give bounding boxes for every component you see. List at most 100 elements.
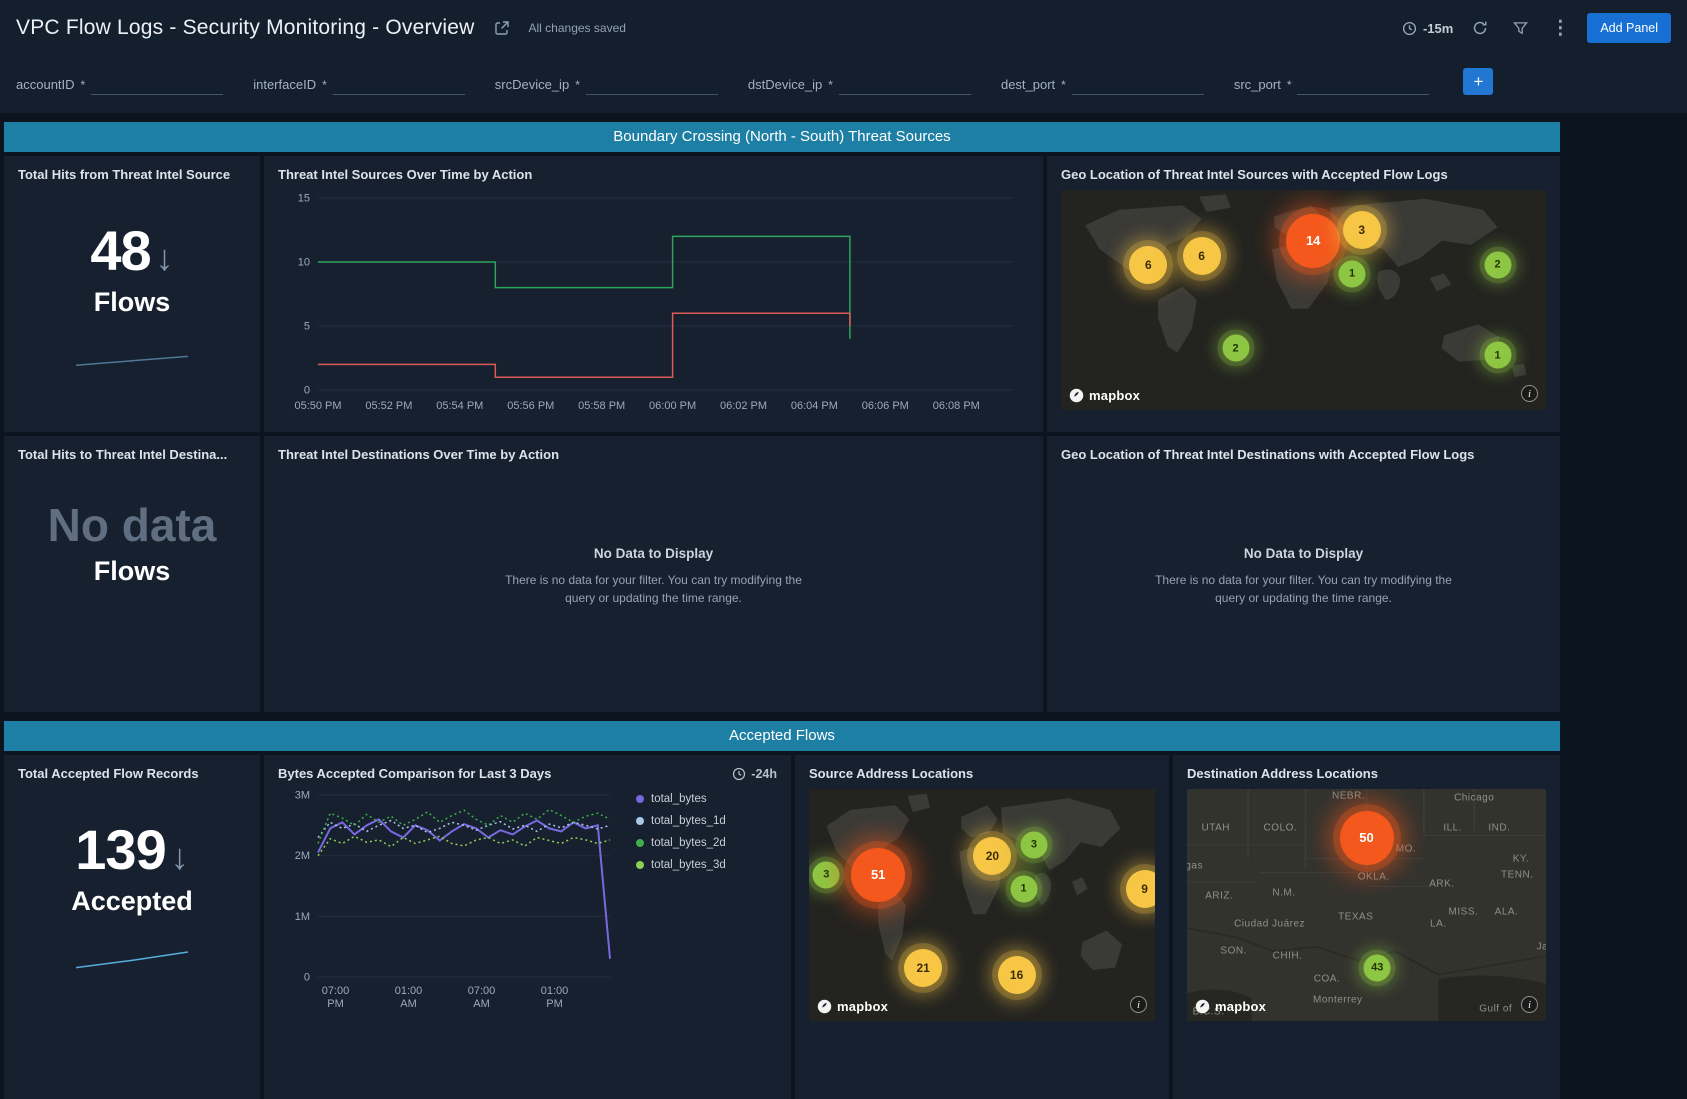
add-filter-button[interactable]: + bbox=[1463, 68, 1493, 95]
map-cluster-bubble[interactable]: 43 bbox=[1364, 954, 1391, 981]
map-cluster-bubble[interactable]: 50 bbox=[1340, 811, 1394, 865]
map-label: Ciudad Juárez bbox=[1234, 918, 1305, 929]
map-cluster-bubble[interactable]: 3 bbox=[1343, 211, 1381, 249]
svg-text:05:52 PM: 05:52 PM bbox=[365, 400, 412, 412]
map-cluster-bubble[interactable]: 51 bbox=[851, 848, 905, 902]
filter-label: src_port bbox=[1234, 77, 1281, 92]
mapbox-logo[interactable]: mapbox bbox=[1195, 999, 1266, 1014]
filter-input-accountID[interactable] bbox=[91, 75, 223, 95]
legend-item-total-bytes-3d[interactable]: total_bytes_3d bbox=[636, 859, 726, 871]
map-cluster-bubble[interactable]: 3 bbox=[1020, 831, 1047, 858]
world-map[interactable]: 66 143 1 2 2 1 mapbox i bbox=[1061, 190, 1546, 410]
svg-text:01:00: 01:00 bbox=[395, 985, 423, 997]
stat-value-no-data: No data bbox=[48, 499, 217, 551]
panel-title: Destination Address Locations bbox=[1187, 766, 1546, 781]
panel-row-2: Total Hits to Threat Intel Destina... No… bbox=[4, 436, 1687, 712]
map-cluster-bubble[interactable]: 2 bbox=[1484, 251, 1511, 278]
required-asterisk: * bbox=[81, 78, 86, 92]
filter-input-dest_port[interactable] bbox=[1072, 75, 1204, 95]
svg-text:06:00 PM: 06:00 PM bbox=[649, 400, 696, 412]
map-cluster-bubble[interactable]: 2 bbox=[1222, 335, 1249, 362]
map-label: ALA. bbox=[1495, 906, 1519, 917]
time-range-value: -15m bbox=[1423, 21, 1453, 36]
mapbox-wordmark: mapbox bbox=[1089, 388, 1140, 403]
svg-text:06:06 PM: 06:06 PM bbox=[862, 400, 909, 412]
panel-title: Total Hits from Threat Intel Source bbox=[18, 167, 246, 182]
svg-text:PM: PM bbox=[327, 998, 344, 1009]
svg-text:05:54 PM: 05:54 PM bbox=[436, 400, 483, 412]
svg-text:0: 0 bbox=[304, 385, 310, 397]
panel-title: Source Address Locations bbox=[809, 766, 1155, 781]
svg-text:2M: 2M bbox=[295, 850, 310, 862]
panel-row-3: Total Accepted Flow Records 139↓ Accepte… bbox=[4, 755, 1687, 1099]
filter-input-src_port[interactable] bbox=[1297, 75, 1429, 95]
section-header-accepted-flows: Accepted Flows bbox=[4, 721, 1560, 751]
legend-dot bbox=[636, 795, 644, 803]
stat-block: 139↓ bbox=[18, 817, 246, 882]
mapbox-logo[interactable]: mapbox bbox=[817, 999, 888, 1014]
map-label: OKLA. bbox=[1358, 872, 1390, 883]
map-info-icon[interactable]: i bbox=[1130, 996, 1147, 1013]
svg-text:15: 15 bbox=[298, 193, 310, 205]
kebab-menu-icon[interactable]: ⋮ bbox=[1547, 15, 1573, 41]
filter-input-srcDevice_ip[interactable] bbox=[586, 75, 718, 95]
panel-title: Geo Location of Threat Intel Sources wit… bbox=[1061, 167, 1546, 182]
map-cluster-bubble[interactable]: 21 bbox=[904, 949, 942, 987]
no-data-text: There is no data for your filter. You ca… bbox=[1047, 572, 1560, 589]
map-label: Ja bbox=[1537, 941, 1546, 952]
share-icon[interactable] bbox=[489, 15, 515, 41]
svg-text:05:58 PM: 05:58 PM bbox=[578, 400, 625, 412]
filter-input-dstDevice_ip[interactable] bbox=[839, 75, 971, 95]
map-label: MISS. bbox=[1449, 906, 1479, 917]
bytes-line-chart[interactable]: 01M2M3M07:00PM01:00AM07:00AM01:00PM bbox=[278, 783, 626, 1009]
panel-time-badge[interactable]: -24h bbox=[732, 767, 777, 781]
map-cluster-bubble[interactable]: 6 bbox=[1129, 246, 1167, 284]
map-cluster-bubble[interactable]: 20 bbox=[973, 837, 1011, 875]
legend-item-total-bytes[interactable]: total_bytes bbox=[636, 793, 726, 805]
map-label: N.M. bbox=[1272, 888, 1295, 899]
map-cluster-bubble[interactable]: 14 bbox=[1286, 214, 1340, 268]
filter-accountID: accountID * bbox=[16, 75, 223, 95]
map-label: SON. bbox=[1220, 946, 1246, 957]
legend-label: total_bytes bbox=[651, 793, 707, 805]
time-range-control[interactable]: -15m bbox=[1402, 21, 1453, 36]
filter-label: dstDevice_ip bbox=[748, 77, 822, 92]
panel-total-accepted-flows: Total Accepted Flow Records 139↓ Accepte… bbox=[4, 755, 260, 1099]
threat-sources-line-chart[interactable]: 05101505:50 PM05:52 PM05:54 PM05:56 PM05… bbox=[278, 186, 1029, 422]
map-cluster-bubble[interactable]: 3 bbox=[813, 861, 840, 888]
refresh-icon[interactable] bbox=[1467, 15, 1493, 41]
panel-bytes-accepted-comparison: Bytes Accepted Comparison for Last 3 Day… bbox=[264, 755, 791, 1099]
map-label: ARIZ. bbox=[1205, 890, 1233, 901]
panel-geo-threat-destinations: Geo Location of Threat Intel Destination… bbox=[1047, 436, 1560, 712]
map-info-icon[interactable]: i bbox=[1521, 996, 1538, 1013]
panel-title: Bytes Accepted Comparison for Last 3 Day… bbox=[278, 766, 551, 781]
add-panel-button[interactable]: Add Panel bbox=[1587, 13, 1671, 43]
map-info-icon[interactable]: i bbox=[1521, 385, 1538, 402]
filter-icon[interactable] bbox=[1507, 15, 1533, 41]
map-cluster-bubble[interactable]: 16 bbox=[998, 956, 1036, 994]
legend-item-total-bytes-1d[interactable]: total_bytes_1d bbox=[636, 815, 726, 827]
svg-text:07:00: 07:00 bbox=[468, 985, 496, 997]
legend-item-total-bytes-2d[interactable]: total_bytes_2d bbox=[636, 837, 726, 849]
panel-threat-dest-over-time: Threat Intel Destinations Over Time by A… bbox=[264, 436, 1043, 712]
mapbox-logo[interactable]: mapbox bbox=[1069, 388, 1140, 403]
filter-srcDevice_ip: srcDevice_ip * bbox=[495, 75, 718, 95]
map-label: LA. bbox=[1430, 918, 1447, 929]
svg-text:05:50 PM: 05:50 PM bbox=[294, 400, 341, 412]
legend-label: total_bytes_2d bbox=[651, 837, 726, 849]
map-cluster-bubble[interactable]: 1 bbox=[1010, 875, 1037, 902]
no-data-title: No Data to Display bbox=[264, 546, 1043, 561]
panel-source-address-locations: Source Address Locations bbox=[795, 755, 1169, 1099]
chart-with-legend: 01M2M3M07:00PM01:00AM07:00AM01:00PM tota… bbox=[278, 781, 777, 1009]
filter-input-interfaceID[interactable] bbox=[333, 75, 465, 95]
map-cluster-bubble[interactable]: 1 bbox=[1484, 342, 1511, 369]
page-title: VPC Flow Logs - Security Monitoring - Ov… bbox=[16, 16, 475, 40]
world-map[interactable]: 351203192116 mapbox i bbox=[809, 789, 1155, 1021]
filter-label: dest_port bbox=[1001, 77, 1055, 92]
map-cluster-bubble[interactable]: 6 bbox=[1183, 237, 1221, 275]
us-map[interactable]: 5043 mapbox i NEBR.ChicagoUTAHCOLO.ILL.I… bbox=[1187, 789, 1546, 1021]
no-data-text: query or updating the time range. bbox=[1047, 590, 1560, 607]
map-cluster-bubble[interactable]: 1 bbox=[1339, 260, 1366, 287]
legend-label: total_bytes_3d bbox=[651, 859, 726, 871]
stat-unit: Accepted bbox=[18, 886, 246, 917]
